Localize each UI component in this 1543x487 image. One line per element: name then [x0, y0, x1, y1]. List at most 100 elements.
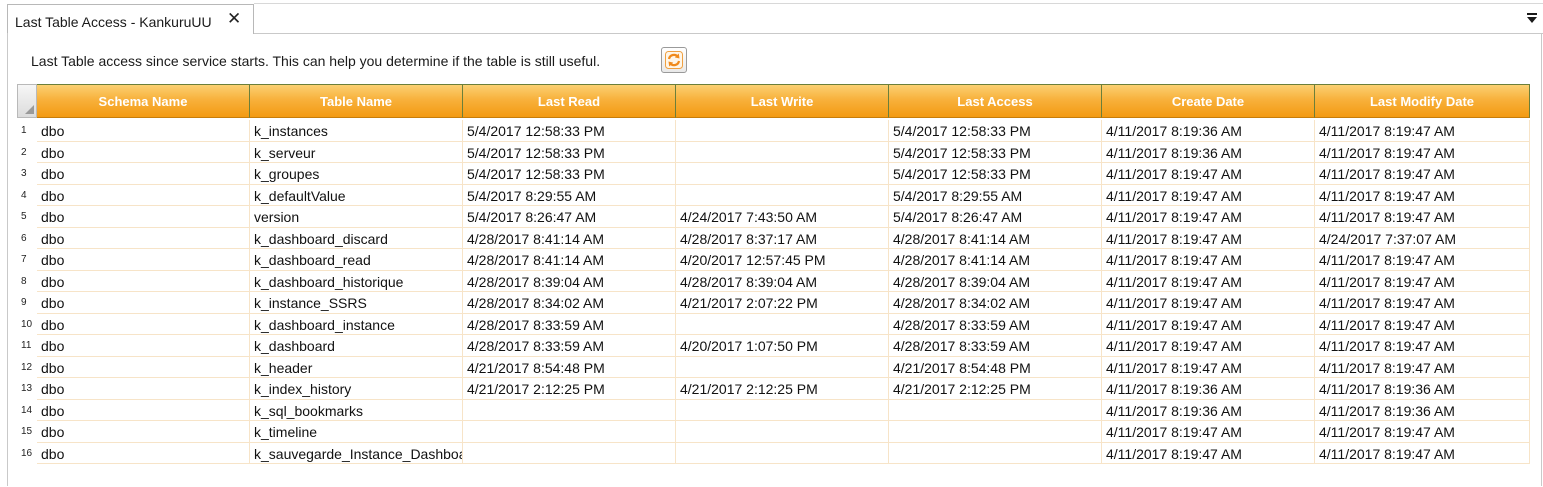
table-cell[interactable]: version [250, 206, 463, 228]
row-number[interactable]: 4 [17, 185, 37, 207]
table-cell[interactable] [463, 421, 676, 443]
table-cell[interactable] [463, 442, 676, 464]
row-number[interactable]: 14 [17, 400, 37, 422]
row-number[interactable]: 2 [17, 142, 37, 164]
table-cell[interactable]: 5/4/2017 12:58:33 PM [463, 163, 676, 185]
table-cell[interactable] [676, 313, 889, 335]
tab-menu-dropdown-icon[interactable] [1526, 12, 1538, 24]
table-cell[interactable] [676, 421, 889, 443]
table-cell[interactable]: 4/24/2017 7:43:50 AM [676, 206, 889, 228]
table-cell[interactable]: k_timeline [250, 421, 463, 443]
table-cell[interactable]: k_dashboard_discard [250, 227, 463, 249]
table-cell[interactable]: 5/4/2017 8:26:47 AM [463, 206, 676, 228]
table-cell[interactable]: 4/28/2017 8:33:59 AM [889, 335, 1102, 357]
table-row[interactable]: 9 dbo k_instance_SSRS 4/28/2017 8:34:02 AM 4… [17, 292, 1531, 314]
column-header-last-write[interactable]: Last Write [676, 84, 889, 118]
table-cell[interactable]: k_dashboard_historique [250, 270, 463, 292]
table-cell[interactable]: 5/4/2017 12:58:33 PM [463, 120, 676, 142]
table-cell[interactable]: 4/21/2017 2:12:25 PM [463, 378, 676, 400]
table-cell[interactable]: 4/11/2017 8:19:47 AM [1315, 163, 1530, 185]
table-cell[interactable]: 4/24/2017 7:37:07 AM [1315, 227, 1530, 249]
table-row[interactable]: 13 dbo k_index_history 4/21/2017 2:12:25 PM… [17, 378, 1531, 400]
table-cell[interactable]: 4/21/2017 2:12:25 PM [676, 378, 889, 400]
table-row[interactable]: 14 dbo k_sql_bookmarks 4/11/2017 8:19:36 AM… [17, 399, 1531, 422]
table-cell[interactable]: 5/4/2017 8:29:55 AM [889, 184, 1102, 206]
table-cell[interactable] [889, 421, 1102, 443]
table-cell[interactable]: 4/11/2017 8:19:47 AM [1102, 270, 1315, 292]
table-cell[interactable] [889, 442, 1102, 464]
table-cell[interactable]: 4/28/2017 8:33:59 AM [463, 313, 676, 335]
table-cell[interactable]: 4/11/2017 8:19:47 AM [1102, 184, 1315, 206]
table-cell[interactable]: k_instances [250, 120, 463, 142]
row-number[interactable]: 7 [17, 249, 37, 271]
table-cell[interactable]: dbo [37, 270, 250, 292]
table-cell[interactable]: 4/28/2017 8:41:14 AM [889, 249, 1102, 271]
table-cell[interactable]: 4/11/2017 8:19:47 AM [1102, 421, 1315, 443]
table-cell[interactable]: 4/11/2017 8:19:47 AM [1315, 184, 1530, 206]
table-cell[interactable]: 4/20/2017 12:57:45 PM [676, 249, 889, 271]
table-cell[interactable]: dbo [37, 356, 250, 378]
row-number[interactable]: 5 [17, 206, 37, 228]
row-number[interactable]: 1 [17, 120, 37, 142]
table-cell[interactable]: 4/28/2017 8:41:14 AM [463, 227, 676, 249]
table-cell[interactable]: 4/11/2017 8:19:36 AM [1102, 378, 1315, 400]
table-cell[interactable] [676, 120, 889, 142]
table-cell[interactable]: dbo [37, 249, 250, 271]
table-cell[interactable]: 4/11/2017 8:19:36 AM [1315, 399, 1530, 421]
table-cell[interactable]: 5/4/2017 12:58:33 PM [463, 141, 676, 163]
table-cell[interactable]: 4/11/2017 8:19:47 AM [1102, 206, 1315, 228]
table-cell[interactable]: k_instance_SSRS [250, 292, 463, 314]
table-cell[interactable]: dbo [37, 335, 250, 357]
table-cell[interactable]: 4/11/2017 8:19:36 AM [1102, 399, 1315, 421]
table-row[interactable]: 10 dbo k_dashboard_instance 4/28/2017 8:33:… [17, 313, 1531, 335]
table-cell[interactable]: 4/11/2017 8:19:47 AM [1315, 421, 1530, 443]
column-header-last-access[interactable]: Last Access [889, 84, 1102, 118]
table-cell[interactable]: k_sql_bookmarks [250, 399, 463, 421]
row-number[interactable]: 6 [17, 228, 37, 250]
table-cell[interactable] [676, 442, 889, 464]
table-cell[interactable]: 4/28/2017 8:41:14 AM [889, 227, 1102, 249]
table-row[interactable]: 4 dbo k_defaultValue 5/4/2017 8:29:55 AM 5/4… [17, 184, 1531, 207]
table-cell[interactable]: dbo [37, 421, 250, 443]
table-cell[interactable]: 4/28/2017 8:33:59 AM [889, 313, 1102, 335]
table-cell[interactable]: dbo [37, 292, 250, 314]
table-cell[interactable]: 4/11/2017 8:19:47 AM [1102, 335, 1315, 357]
table-cell[interactable]: 4/11/2017 8:19:47 AM [1315, 270, 1530, 292]
table-cell[interactable]: dbo [37, 227, 250, 249]
table-cell[interactable]: 4/11/2017 8:19:47 AM [1315, 141, 1530, 163]
table-cell[interactable]: 5/4/2017 12:58:33 PM [889, 163, 1102, 185]
table-cell[interactable]: k_sauvegarde_Instance_Dashboar [250, 442, 463, 464]
table-cell[interactable] [889, 399, 1102, 421]
table-row[interactable]: 11 dbo k_dashboard 4/28/2017 8:33:59 AM 4/20… [17, 335, 1531, 357]
row-number[interactable]: 16 [17, 443, 37, 465]
table-cell[interactable] [676, 356, 889, 378]
row-number[interactable]: 11 [17, 335, 37, 357]
table-cell[interactable]: 5/4/2017 12:58:33 PM [889, 141, 1102, 163]
row-number[interactable]: 12 [17, 357, 37, 379]
table-cell[interactable]: 4/28/2017 8:41:14 AM [463, 249, 676, 271]
table-cell[interactable]: k_defaultValue [250, 184, 463, 206]
table-cell[interactable]: 4/28/2017 8:33:59 AM [463, 335, 676, 357]
table-cell[interactable]: dbo [37, 141, 250, 163]
table-cell[interactable]: 4/11/2017 8:19:36 AM [1102, 141, 1315, 163]
table-cell[interactable]: 4/11/2017 8:19:47 AM [1102, 313, 1315, 335]
table-cell[interactable]: dbo [37, 184, 250, 206]
table-cell[interactable] [676, 184, 889, 206]
table-cell[interactable]: 4/11/2017 8:19:36 AM [1315, 378, 1530, 400]
table-cell[interactable]: k_dashboard [250, 335, 463, 357]
table-row[interactable]: 16 dbo k_sauvegarde_Instance_Dashboar 4/11/… [17, 442, 1531, 465]
column-header-schema-name[interactable]: Schema Name [37, 84, 250, 118]
table-cell[interactable]: 4/21/2017 2:12:25 PM [889, 378, 1102, 400]
table-cell[interactable]: 4/21/2017 8:54:48 PM [463, 356, 676, 378]
table-cell[interactable]: dbo [37, 163, 250, 185]
table-cell[interactable]: 4/11/2017 8:19:47 AM [1102, 227, 1315, 249]
table-cell[interactable]: 4/11/2017 8:19:47 AM [1315, 249, 1530, 271]
table-cell[interactable]: 5/4/2017 12:58:33 PM [889, 120, 1102, 142]
table-row[interactable]: 6 dbo k_dashboard_discard 4/28/2017 8:41:14… [17, 227, 1531, 250]
table-cell[interactable]: 4/11/2017 8:19:47 AM [1315, 313, 1530, 335]
table-cell[interactable]: 4/28/2017 8:34:02 AM [463, 292, 676, 314]
table-cell[interactable]: 4/20/2017 1:07:50 PM [676, 335, 889, 357]
table-row[interactable]: 5 dbo version 5/4/2017 8:26:47 AM 4/24/2017 … [17, 206, 1531, 228]
table-cell[interactable]: 4/28/2017 8:37:17 AM [676, 227, 889, 249]
column-header-last-read[interactable]: Last Read [463, 84, 676, 118]
